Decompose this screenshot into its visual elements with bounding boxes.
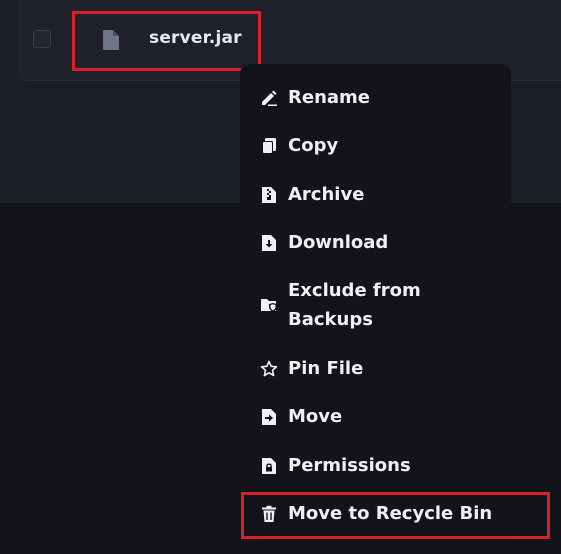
menu-item-label: Copy — [288, 135, 339, 156]
menu-item-label: Download — [288, 232, 389, 253]
lock-file-icon — [262, 458, 276, 474]
menu-item-label: Permissions — [288, 455, 411, 476]
download-icon — [262, 235, 276, 251]
file-highlight-box — [72, 11, 261, 71]
copy-icon — [262, 138, 276, 154]
context-menu: Rename Copy Archive Download Exclude fro… — [240, 64, 511, 554]
move-icon — [262, 409, 276, 425]
pencil-icon — [262, 90, 277, 106]
menu-item-label: Rename — [288, 87, 370, 108]
menu-item-label: Move — [288, 406, 343, 427]
file-select-checkbox[interactable] — [33, 30, 51, 48]
archive-icon — [262, 187, 276, 203]
folder-shield-icon — [261, 299, 277, 312]
star-icon — [260, 360, 278, 377]
menu-item-label: Archive — [288, 184, 365, 205]
menu-item-label: Pin File — [288, 358, 364, 379]
recycle-bin-highlight-box — [241, 492, 550, 539]
menu-item-label: Exclude from Backups — [288, 280, 421, 330]
